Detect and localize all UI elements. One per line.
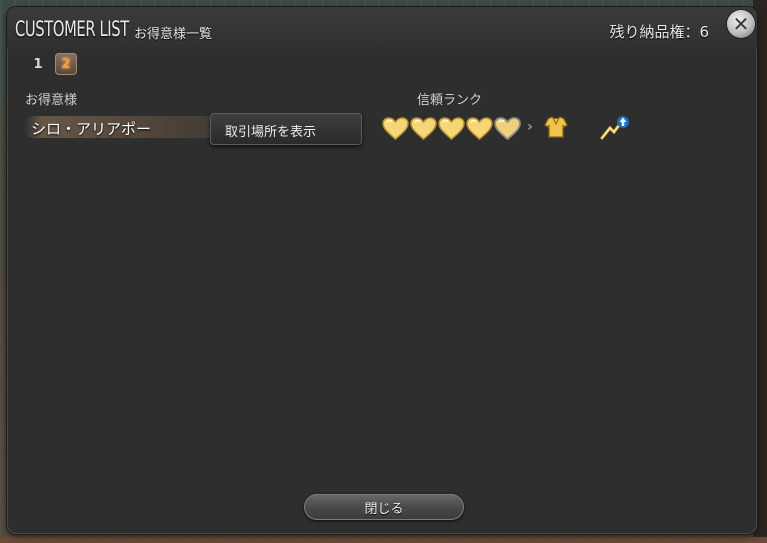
tooltip-text: 取引場所を表示 [225,125,317,140]
show-location-tooltip[interactable]: 取引場所を表示 [210,113,362,145]
page-tab-2[interactable]: 2 [55,53,77,75]
rank-up-icon[interactable] [598,114,630,148]
page-tab-1[interactable]: 1 [27,53,49,75]
shirt-icon [544,116,568,142]
heart-icon [382,117,409,141]
rank-arrow-icon: › [527,119,533,135]
customer-list-window: CUSTOMER LIST お得意様一覧 残り納品権：6 ✕ 1 2 お得意様 … [7,7,757,534]
close-button[interactable]: 閉じる [304,494,464,520]
close-icon[interactable]: ✕ [727,10,755,38]
heart-icon [466,117,493,141]
heart-icon [410,117,437,141]
heart-icon [494,117,521,141]
customer-name[interactable]: シロ・アリアポー [31,118,151,139]
heart-icon [438,117,465,141]
window-title-jp: お得意様一覧 [134,27,213,42]
remaining-deliveries: 残り納品権：6 [609,23,709,41]
window-title-en: CUSTOMER LIST [15,17,129,41]
page-tabs: 1 2 [27,53,77,75]
column-header-rank: 信頼ランク [417,93,483,108]
background-bottom [0,537,767,543]
trust-rank-hearts [382,117,521,141]
customer-row[interactable]: シロ・アリアポー 取引場所を表示 › [23,113,743,145]
column-header-customer: お得意様 [25,93,78,108]
